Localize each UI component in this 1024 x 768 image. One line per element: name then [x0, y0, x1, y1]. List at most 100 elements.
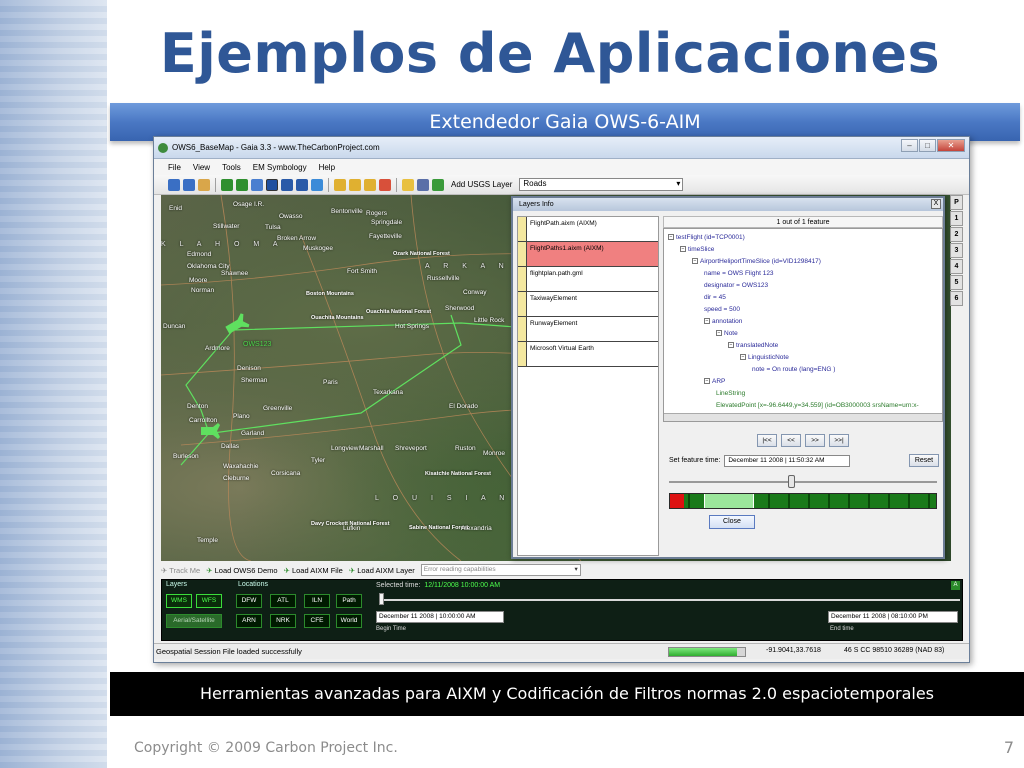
usgs-layer-select[interactable]: Roads — [519, 178, 684, 191]
right-tab[interactable]: 5 — [950, 275, 963, 290]
load-aixm-file-button[interactable]: ✈ Load AIXM File — [284, 566, 343, 575]
tree-node[interactable]: LineString — [668, 388, 942, 400]
panel-corner-button[interactable]: A — [951, 581, 960, 590]
collapse-toggle-icon[interactable]: − — [704, 378, 710, 385]
first-feature-button[interactable]: |<< — [757, 434, 777, 447]
close-icon[interactable]: X — [931, 199, 941, 209]
tree-node[interactable]: − testFlight (id=TCP0001) — [668, 232, 942, 244]
tree-node[interactable]: speed = 500 — [668, 304, 942, 316]
measure-icon[interactable] — [296, 178, 308, 191]
location-button[interactable]: Path — [336, 594, 362, 608]
window-titlebar[interactable]: OWS6_BaseMap - Gaia 3.3 - www.TheCarbonP… — [154, 137, 969, 159]
tree-node[interactable]: − annotation — [668, 316, 942, 328]
begin-time-picker[interactable]: December 11 2008 | 10:00:00 AM — [376, 611, 504, 623]
capabilities-select[interactable]: Error reading capabilities — [420, 564, 581, 576]
menu-view[interactable]: View — [193, 163, 210, 172]
layer-item[interactable]: Microsoft Virtual Earth — [518, 342, 658, 367]
save-icon[interactable] — [417, 178, 429, 191]
full-extent-icon[interactable] — [251, 178, 263, 191]
wfs-button[interactable]: WFS — [196, 594, 222, 608]
collapse-toggle-icon[interactable]: − — [680, 246, 686, 253]
track-me-button[interactable]: ✈ Track Me — [161, 566, 200, 575]
aircraft-icon[interactable] — [223, 312, 250, 337]
tree-node[interactable]: note = On route (lang=ENG ) — [668, 364, 942, 376]
flight-label[interactable]: OWS123 — [243, 341, 271, 348]
edit-icon[interactable] — [349, 178, 361, 191]
collapse-toggle-icon[interactable]: − — [728, 342, 734, 349]
close-window-button[interactable]: ✕ — [937, 139, 965, 152]
last-feature-button[interactable]: >>| — [829, 434, 849, 447]
layer-item-selected[interactable]: FlightPaths1.aixm (AIXM) — [518, 242, 658, 267]
menu-help[interactable]: Help — [319, 163, 335, 172]
bookmark-icon[interactable] — [334, 178, 346, 191]
menu-em-symbology[interactable]: EM Symbology — [253, 163, 307, 172]
tree-node[interactable]: − Note — [668, 328, 942, 340]
tree-node[interactable]: − AirportHeliportTimeSlice (id=VID1298417… — [668, 256, 942, 268]
load-demo-button[interactable]: ✈ Load OWS6 Demo — [206, 566, 277, 575]
prev-feature-button[interactable]: << — [781, 434, 801, 447]
globe-icon[interactable] — [311, 178, 323, 191]
wms-button[interactable]: WMS — [166, 594, 192, 608]
zoom-in-icon[interactable] — [168, 178, 180, 191]
tree-node[interactable]: − LinguisticNote — [668, 352, 942, 364]
tree-node[interactable]: designator = OWS123 — [668, 280, 942, 292]
edit-text-icon[interactable] — [379, 178, 391, 191]
location-button[interactable]: ARN — [236, 614, 262, 628]
horizontal-scrollbar[interactable] — [664, 413, 942, 421]
location-button[interactable]: ATL — [270, 594, 296, 608]
feature-time-slider[interactable] — [669, 473, 937, 491]
info-icon[interactable] — [266, 178, 278, 191]
collapse-toggle-icon[interactable]: − — [740, 354, 746, 361]
location-button[interactable]: DFW — [236, 594, 262, 608]
pan-hand-icon[interactable] — [198, 178, 210, 191]
tree-node[interactable]: − timeSlice — [668, 244, 942, 256]
right-tab[interactable]: 3 — [950, 243, 963, 258]
open-folder-icon[interactable] — [402, 178, 414, 191]
tree-node[interactable]: − ARP — [668, 376, 942, 388]
location-button[interactable]: World — [336, 614, 362, 628]
select-icon[interactable] — [281, 178, 293, 191]
collapse-toggle-icon[interactable]: − — [668, 234, 674, 241]
reset-button[interactable]: Reset — [909, 454, 939, 467]
right-tab[interactable]: 1 — [950, 211, 963, 226]
right-tab[interactable]: 6 — [950, 291, 963, 306]
end-time-picker[interactable]: December 11 2008 | 08:10:00 PM — [828, 611, 958, 623]
menu-file[interactable]: File — [168, 163, 181, 172]
dialog-titlebar[interactable]: Layers Info X — [513, 198, 943, 211]
tree-node[interactable]: dir = 45 — [668, 292, 942, 304]
layer-item[interactable]: TaxiwayElement — [518, 292, 658, 317]
collapse-toggle-icon[interactable]: − — [716, 330, 722, 337]
close-button[interactable]: Close — [709, 515, 755, 529]
maximize-button[interactable]: □ — [919, 139, 936, 152]
time-slider-thumb[interactable] — [379, 593, 384, 605]
feature-timeline[interactable] — [669, 493, 937, 509]
location-button[interactable]: NRK — [270, 614, 296, 628]
location-button[interactable]: CFE — [304, 614, 330, 628]
aerial-satellite-button[interactable]: Aerial/Satellite — [166, 614, 222, 628]
aircraft-icon[interactable] — [201, 423, 220, 439]
time-slider-track[interactable] — [380, 599, 960, 601]
layer-item[interactable]: RunwayElement — [518, 317, 658, 342]
collapse-toggle-icon[interactable]: − — [692, 258, 698, 265]
add-usgs-layer-label[interactable]: Add USGS Layer — [451, 180, 512, 189]
right-tab[interactable]: 2 — [950, 227, 963, 242]
minimize-button[interactable]: – — [901, 139, 918, 152]
right-tab[interactable]: P — [950, 195, 963, 210]
tree-node[interactable]: name = OWS Flight 123 — [668, 268, 942, 280]
collapse-toggle-icon[interactable]: − — [704, 318, 710, 325]
add-layer-icon[interactable] — [432, 178, 444, 191]
tree-node[interactable]: ElevatedPoint [x=-96.6449,y=34.559] (id=… — [668, 400, 942, 412]
feature-tree[interactable]: − testFlight (id=TCP0001) − timeSlice − Airpo… — [663, 228, 943, 422]
feature-time-picker[interactable]: December 11 2008 | 11:50:32 AM — [724, 454, 851, 467]
load-aixm-layer-button[interactable]: ✈ Load AIXM Layer — [349, 566, 415, 575]
slider-thumb[interactable] — [788, 475, 795, 488]
draw-icon[interactable] — [364, 178, 376, 191]
back-arrow-icon[interactable] — [221, 178, 233, 191]
next-feature-button[interactable]: >> — [805, 434, 825, 447]
layer-item[interactable]: flightplan.path.gml — [518, 267, 658, 292]
right-tab[interactable]: 4 — [950, 259, 963, 274]
forward-arrow-icon[interactable] — [236, 178, 248, 191]
layer-item[interactable]: FlightPath.aixm (AIXM) — [518, 217, 658, 242]
location-button[interactable]: ILN — [304, 594, 330, 608]
menu-tools[interactable]: Tools — [222, 163, 241, 172]
